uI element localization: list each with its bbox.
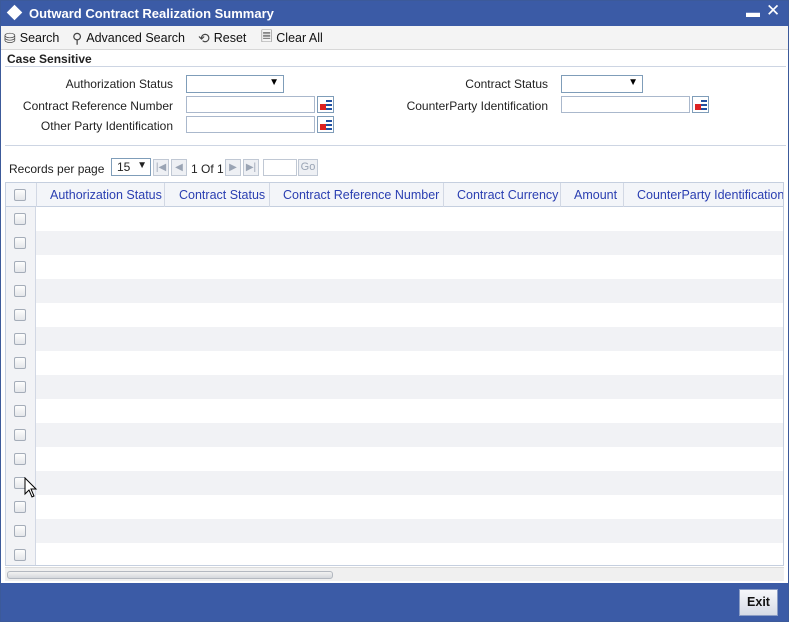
reset-label: Reset xyxy=(213,31,247,45)
row-select-checkbox[interactable] xyxy=(14,429,26,441)
row-select-checkbox[interactable] xyxy=(14,285,26,297)
clear-all-label: Clear All xyxy=(276,31,323,45)
table-row[interactable] xyxy=(36,303,783,327)
counterparty-id-lov-icon[interactable] xyxy=(692,96,709,113)
page-indicator: 1 Of 1 xyxy=(191,162,224,176)
table-row[interactable] xyxy=(36,375,783,399)
row-select-checkbox[interactable] xyxy=(14,525,26,537)
table-row[interactable] xyxy=(36,423,783,447)
column-header-contract-status[interactable]: Contract Status xyxy=(179,188,265,202)
mouse-cursor-icon xyxy=(24,477,38,498)
select-all-checkbox[interactable] xyxy=(14,189,26,201)
table-row[interactable] xyxy=(36,327,783,351)
reset-button[interactable]: ⟲ Reset xyxy=(198,28,246,48)
go-button[interactable]: Go xyxy=(298,159,318,176)
toolbar: ⛁ Search ⚲ Advanced Search ⟲ Reset 🗏 Cle… xyxy=(1,26,788,50)
row-select-checkbox[interactable] xyxy=(14,381,26,393)
results-grid: Authorization Status Contract Status Con… xyxy=(5,182,784,566)
row-select-checkbox[interactable] xyxy=(14,333,26,345)
goto-page-input[interactable] xyxy=(263,159,297,176)
window-title: Outward Contract Realization Summary xyxy=(29,6,274,21)
table-row[interactable] xyxy=(36,255,783,279)
close-icon[interactable]: ✕ xyxy=(766,1,780,21)
search-button[interactable]: ⛁ Search xyxy=(4,28,59,48)
table-row[interactable] xyxy=(36,495,783,519)
counterparty-id-input[interactable] xyxy=(561,96,690,113)
table-row[interactable] xyxy=(36,231,783,255)
contract-status-select[interactable]: ▼ xyxy=(561,75,643,93)
database-search-icon: ⛁ xyxy=(4,29,16,46)
other-party-id-label: Other Party Identification xyxy=(40,119,173,133)
row-select-checkbox[interactable] xyxy=(14,549,26,561)
paging-bar: Records per page 15 ▼ |◀ ◀ 1 Of 1 ▶ ▶| G… xyxy=(5,156,786,180)
advanced-search-icon: ⚲ xyxy=(72,29,83,46)
row-select-checkbox[interactable] xyxy=(14,405,26,417)
contract-reference-lov-icon[interactable] xyxy=(317,96,334,113)
authorization-status-label: Authorization Status xyxy=(65,77,173,91)
dropdown-arrow-icon: ▼ xyxy=(137,160,147,171)
records-per-page-select[interactable]: 15 ▼ xyxy=(111,158,151,176)
table-row[interactable] xyxy=(36,351,783,375)
scrollbar-thumb[interactable] xyxy=(7,571,333,579)
table-row[interactable] xyxy=(36,279,783,303)
records-per-page-label: Records per page xyxy=(9,162,105,176)
column-header-authorization-status[interactable]: Authorization Status xyxy=(50,188,162,202)
contract-reference-input[interactable] xyxy=(186,96,315,113)
last-page-icon[interactable]: ▶| xyxy=(243,159,259,176)
dropdown-arrow-icon: ▼ xyxy=(269,77,279,88)
dropdown-arrow-icon: ▼ xyxy=(628,77,638,88)
row-select-checkbox[interactable] xyxy=(14,309,26,321)
footer-bar: Exit xyxy=(1,583,788,621)
column-header-contract-currency[interactable]: Contract Currency xyxy=(457,188,558,202)
row-select-checkbox[interactable] xyxy=(14,213,26,225)
clear-all-button[interactable]: 🗏 Clear All xyxy=(261,28,323,48)
previous-page-icon[interactable]: ◀ xyxy=(171,159,187,176)
minimize-icon[interactable]: ▬ xyxy=(746,4,760,20)
contract-reference-label: Contract Reference Number xyxy=(22,99,173,113)
case-sensitive-label: Case Sensitive xyxy=(7,52,92,66)
horizontal-scrollbar[interactable] xyxy=(5,567,784,581)
window-diamond-icon xyxy=(6,4,23,21)
column-header-counterparty-id[interactable]: CounterParty Identification xyxy=(637,188,783,202)
other-party-id-lov-icon[interactable] xyxy=(317,116,334,133)
row-select-checkbox[interactable] xyxy=(14,261,26,273)
exit-button[interactable]: Exit xyxy=(739,589,778,616)
next-page-icon[interactable]: ▶ xyxy=(225,159,241,176)
column-header-contract-reference[interactable]: Contract Reference Number xyxy=(283,188,439,202)
row-select-checkbox[interactable] xyxy=(14,453,26,465)
row-select-checkbox[interactable] xyxy=(14,501,26,513)
column-header-amount[interactable]: Amount xyxy=(574,188,617,202)
records-per-page-value: 15 xyxy=(117,160,131,174)
clear-all-icon: 🗏 xyxy=(261,28,273,44)
table-row[interactable] xyxy=(36,543,783,565)
table-row[interactable] xyxy=(36,399,783,423)
title-bar: Outward Contract Realization Summary ▬ ✕ xyxy=(1,1,788,26)
advanced-search-label: Advanced Search xyxy=(86,31,185,45)
counterparty-id-label: CounterParty Identification xyxy=(406,99,548,113)
row-select-checkbox[interactable] xyxy=(14,237,26,249)
row-select-checkbox[interactable] xyxy=(14,357,26,369)
table-row[interactable] xyxy=(36,207,783,231)
grid-header: Authorization Status Contract Status Con… xyxy=(6,183,783,207)
table-row[interactable] xyxy=(36,447,783,471)
reset-icon: ⟲ xyxy=(198,29,210,46)
summary-window: Outward Contract Realization Summary ▬ ✕… xyxy=(0,0,789,622)
search-label: Search xyxy=(19,31,60,45)
contract-status-label: Contract Status xyxy=(465,77,548,91)
table-row[interactable] xyxy=(36,519,783,543)
table-row[interactable] xyxy=(36,471,783,495)
authorization-status-select[interactable]: ▼ xyxy=(186,75,284,93)
other-party-id-input[interactable] xyxy=(186,116,315,133)
first-page-icon[interactable]: |◀ xyxy=(153,159,169,176)
advanced-search-button[interactable]: ⚲ Advanced Search xyxy=(72,28,185,48)
